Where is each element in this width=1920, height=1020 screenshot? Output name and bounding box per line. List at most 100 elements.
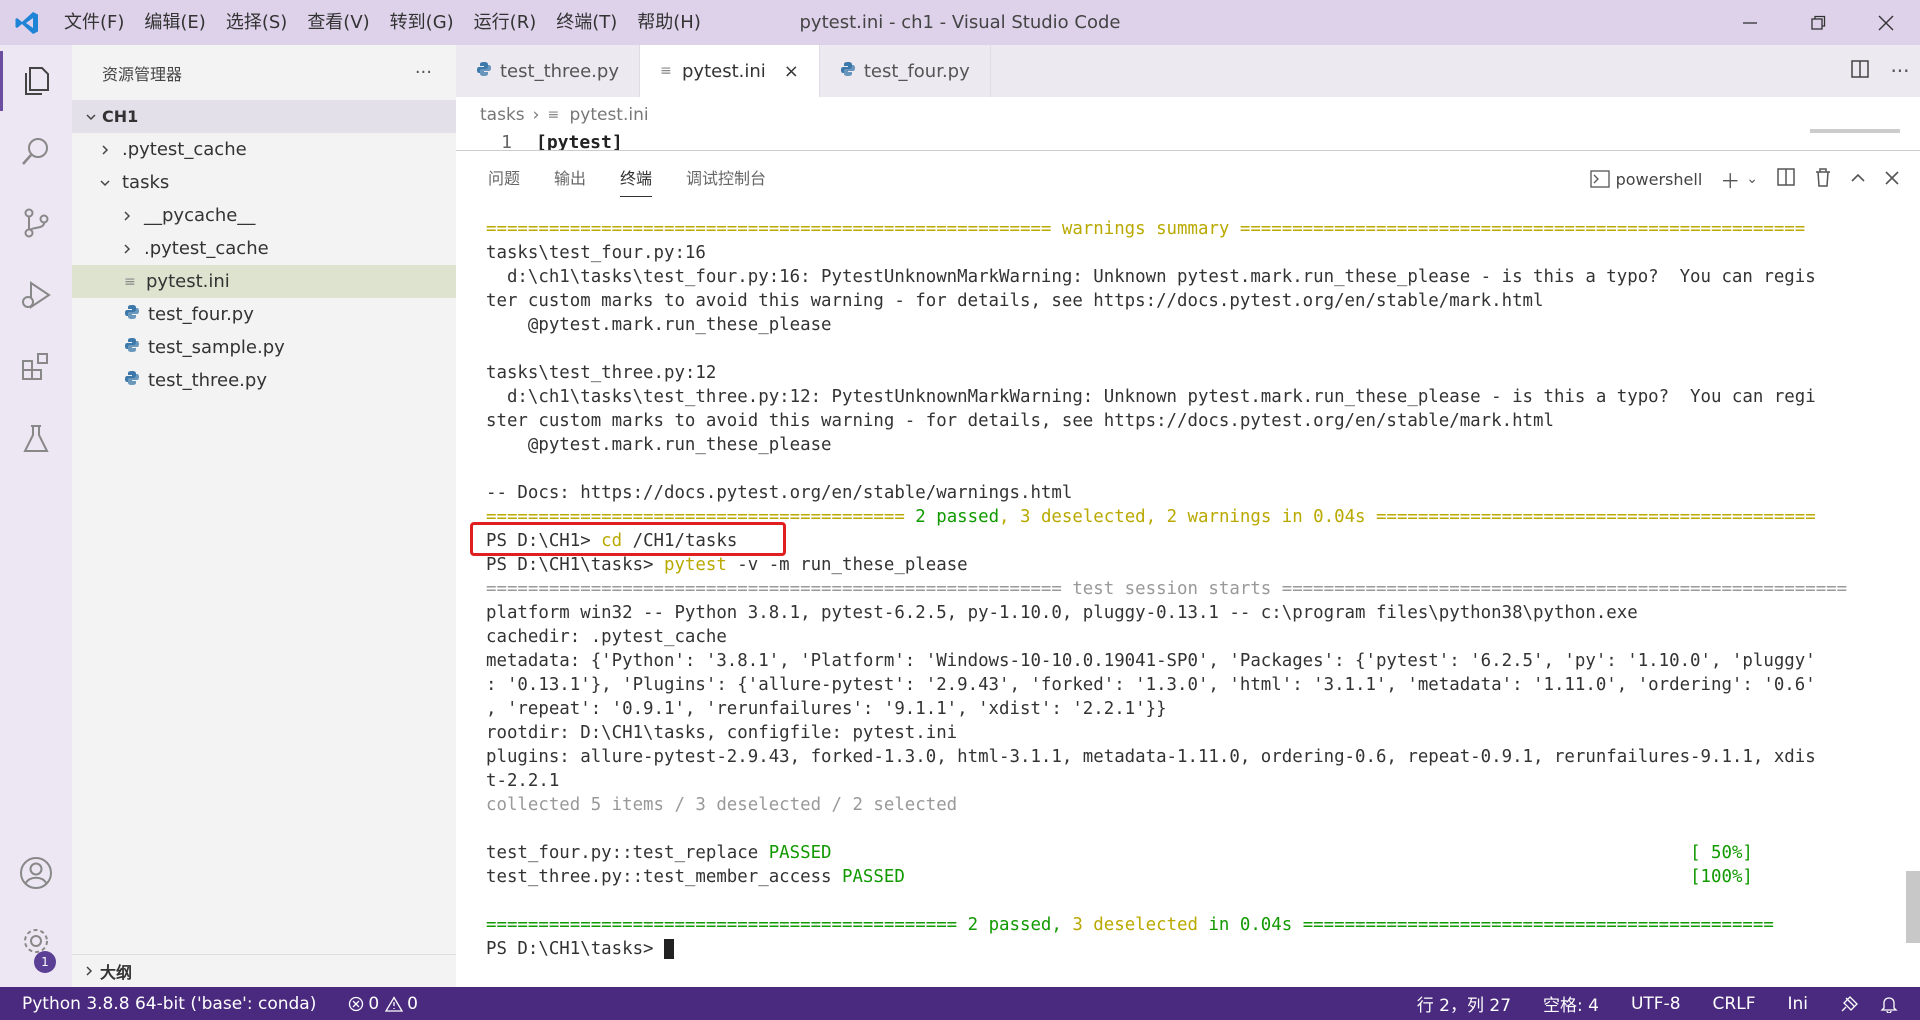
tab-pytest-ini[interactable]: ≡ pytest.ini × (640, 45, 820, 97)
tree-item-label: .pytest_cache (144, 238, 269, 259)
terminal-text: [100%] (1690, 867, 1753, 887)
terminal-text: plugins: allure-pytest-2.9.43, forked-1.… (486, 747, 1816, 767)
editor-area[interactable]: tasks › ≡ pytest.ini 1 [pytest] (456, 97, 1920, 150)
cursor-position[interactable]: 行 2，列 27 (1407, 991, 1521, 1016)
search-icon[interactable] (0, 121, 72, 181)
tree-item-label: test_four.py (148, 304, 254, 325)
breadcrumb-file[interactable]: pytest.ini (569, 105, 648, 125)
panel-tab-3[interactable]: 调试控制台 (686, 151, 766, 207)
split-terminal-icon[interactable] (1776, 167, 1796, 192)
menu-item-6[interactable]: 终端(T) (546, 0, 627, 45)
workspace-root[interactable]: CH1 (72, 100, 456, 133)
chevron-down-icon[interactable]: ⌄ (1746, 171, 1758, 187)
tab-test_three-py[interactable]: test_three.py (456, 45, 640, 97)
breadcrumb: tasks › ≡ pytest.ini (456, 97, 1920, 132)
outline-section[interactable]: 大纲 (72, 954, 456, 987)
terminal-shell-selector[interactable]: powershell (1589, 169, 1703, 189)
menu-item-2[interactable]: 选择(S) (216, 0, 297, 45)
tree-item-label: .pytest_cache (122, 139, 247, 160)
editor-tabs: test_three.py ≡ pytest.ini × test_four.py ··… (456, 45, 1920, 97)
more-editor-actions-button[interactable]: ··· (1880, 59, 1920, 83)
menu-item-4[interactable]: 转到(G) (380, 0, 464, 45)
terminal-line: ========================================… (486, 577, 1886, 601)
terminal-cursor (664, 939, 674, 959)
problems-indicator[interactable]: 0 0 (338, 994, 428, 1014)
terminal-line: collected 5 items / 3 deselected / 2 sel… (486, 793, 1886, 817)
encoding[interactable]: UTF-8 (1621, 994, 1691, 1014)
menu-item-3[interactable]: 查看(V) (297, 0, 379, 45)
terminal-text: ter custom marks to avoid this warning -… (486, 291, 1544, 311)
maximize-panel-icon[interactable] (1850, 167, 1866, 191)
indentation[interactable]: 空格: 4 (1533, 991, 1609, 1016)
chevron-right-icon (78, 965, 100, 977)
tree-item[interactable]: test_four.py (72, 298, 456, 331)
tree-item[interactable]: tasks (72, 166, 456, 199)
terminal-line: , 'repeat': '0.9.1', 'rerunfailures': '9… (486, 697, 1886, 721)
tree-item[interactable]: ≡ pytest.ini (72, 265, 456, 298)
terminal-line: @pytest.mark.run_these_please (486, 313, 1886, 337)
tree-item[interactable]: __pycache__ (72, 199, 456, 232)
panel-tab-2[interactable]: 终端 (620, 151, 653, 207)
minimize-button[interactable] (1716, 0, 1784, 45)
terminal-scrollbar[interactable] (1906, 871, 1920, 943)
shell-name: powershell (1615, 169, 1703, 189)
terminal-text: test_three.py::test_member_access (486, 867, 842, 887)
minimap[interactable] (1810, 129, 1900, 133)
chevron-right-icon (116, 210, 138, 222)
python-file-icon (124, 337, 148, 358)
workspace-root-label: CH1 (102, 107, 139, 126)
source-control-icon[interactable] (0, 193, 72, 253)
tree-item[interactable]: test_three.py (72, 364, 456, 397)
restore-button[interactable] (1784, 0, 1852, 45)
menu-item-1[interactable]: 编辑(E) (134, 0, 215, 45)
close-tab-icon[interactable]: × (784, 61, 799, 82)
menu-bar: 文件(F) 编辑(E) 选择(S) 查看(V) 转到(G) 运行(R) 终端(T) 帮助(H) (54, 0, 711, 45)
menu-item-0[interactable]: 文件(F) (54, 0, 134, 45)
close-window-button[interactable] (1852, 0, 1920, 45)
run-debug-icon[interactable] (0, 265, 72, 325)
terminal-text: test_four.py::test_replace (486, 843, 769, 863)
tree-item[interactable]: .pytest_cache (72, 133, 456, 166)
line-text[interactable]: [pytest] (536, 132, 623, 150)
tab-test_four-py[interactable]: test_four.py (819, 45, 991, 97)
feedback-icon[interactable] (1830, 995, 1870, 1013)
terminal-text: d:\ch1\tasks\test_three.py:12: PytestUnk… (486, 387, 1816, 407)
new-terminal-icon[interactable]: ＋ (1720, 165, 1740, 194)
account-icon[interactable] (0, 843, 72, 903)
more-actions-button[interactable]: ··· (415, 62, 432, 83)
terminal-text: , 'repeat': '0.9.1', 'rerunfailures': '9… (486, 699, 1167, 719)
explorer-icon[interactable] (0, 51, 72, 111)
terminal-text: tasks\test_four.py:16 (486, 243, 706, 263)
panel-tab-1[interactable]: 输出 (554, 151, 586, 207)
terminal-text: ster custom marks to avoid this warning … (486, 411, 1554, 431)
terminal-text: -v -m run_these_please (726, 555, 968, 575)
terminal-line: rootdir: D:\CH1\tasks, configfile: pytes… (486, 721, 1886, 745)
tree-item-label: __pycache__ (144, 205, 256, 226)
line-ending[interactable]: CRLF (1703, 994, 1766, 1014)
tree-item[interactable]: test_sample.py (72, 331, 456, 364)
testing-icon[interactable] (0, 409, 72, 469)
tree-item[interactable]: .pytest_cache (72, 232, 456, 265)
terminal-output[interactable]: ========================================… (486, 217, 1886, 961)
terminal-line: metadata: {'Python': '3.8.1', 'Platform'… (486, 649, 1886, 673)
tree-item-label: test_sample.py (148, 337, 285, 358)
close-panel-icon[interactable] (1884, 167, 1900, 191)
terminal-text: PASSED (768, 843, 832, 863)
terminal-text: 2 passed (915, 507, 1000, 527)
python-interpreter[interactable]: Python 3.8.8 64-bit ('base': conda) (0, 994, 326, 1014)
trash-icon[interactable] (1814, 167, 1832, 192)
terminal-line: test_three.py::test_member_access PASSED… (486, 865, 1886, 889)
outline-label: 大纲 (100, 963, 133, 982)
menu-item-7[interactable]: 帮助(H) (627, 0, 711, 45)
breadcrumb-folder[interactable]: tasks (480, 105, 525, 125)
menu-item-5[interactable]: 运行(R) (464, 0, 547, 45)
extensions-icon[interactable] (0, 337, 72, 397)
split-editor-icon[interactable] (1840, 59, 1880, 84)
panel-tab-0[interactable]: 问题 (488, 151, 520, 207)
notifications-bell-icon[interactable] (1870, 995, 1908, 1013)
python-file-icon (476, 61, 500, 82)
chevron-right-icon (116, 243, 138, 255)
language-mode[interactable]: Ini (1777, 994, 1818, 1014)
